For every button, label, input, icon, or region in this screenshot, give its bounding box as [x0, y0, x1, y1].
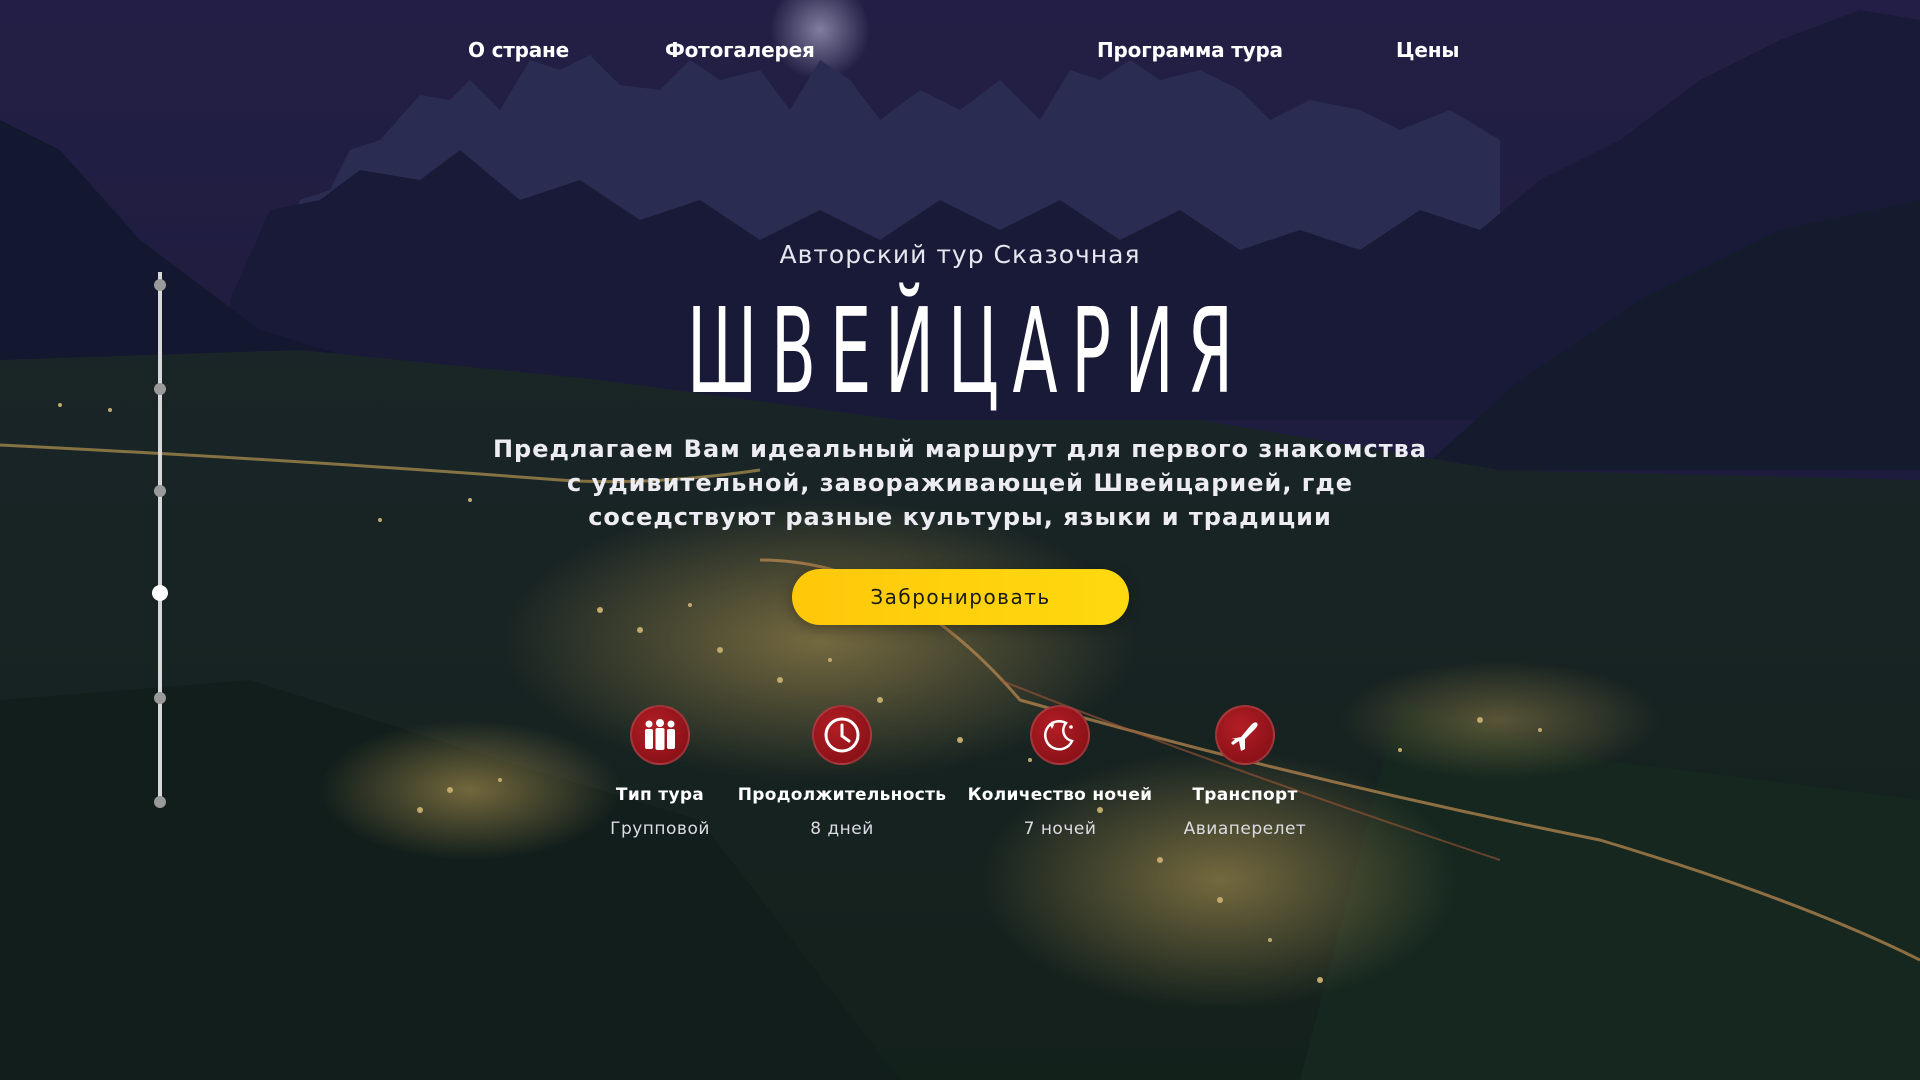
slide-dot-1[interactable]	[154, 279, 166, 291]
background-landscape	[0, 0, 1920, 1080]
feature-duration: Продолжительность 8 дней	[722, 705, 962, 839]
feature-label: Транспорт	[1192, 785, 1298, 805]
clock-icon	[812, 705, 872, 765]
slide-dot-2[interactable]	[154, 383, 166, 395]
slide-dot-6[interactable]	[154, 796, 166, 808]
nav-link-photo-gallery[interactable]: Фотогалерея	[665, 38, 815, 62]
book-button[interactable]: Забронировать	[792, 569, 1129, 625]
airplane-icon	[1215, 705, 1275, 765]
slide-dot-4-active[interactable]	[152, 585, 168, 601]
hero-description-line: Предлагаем Вам идеальный маршрут для пер…	[492, 435, 1428, 463]
feature-value: Авиаперелет	[1183, 819, 1307, 839]
feature-transport: Транспорт Авиаперелет	[1125, 705, 1365, 839]
slide-dot-5[interactable]	[154, 692, 166, 704]
feature-value: 8 дней	[810, 819, 874, 839]
group-people-icon	[630, 705, 690, 765]
hero-title: ШВЕЙЦАРИЯ	[686, 282, 1247, 420]
moon-night-icon	[1030, 705, 1090, 765]
nav-link-tour-program[interactable]: Программа тура	[1097, 38, 1283, 62]
hero-description: Предлагаем Вам идеальный маршрут для пер…	[0, 432, 1920, 534]
hero-description-line: соседствуют разные культуры, языки и тра…	[588, 503, 1332, 531]
hero-description-line: с удивительной, завораживающей Швейцарие…	[567, 469, 1353, 497]
nav-link-about-country[interactable]: О стране	[468, 38, 569, 62]
feature-label: Продолжительность	[737, 785, 947, 805]
hero-subtitle: Авторский тур Сказочная	[779, 240, 1141, 269]
slide-timeline-line	[158, 272, 162, 806]
top-nav: О стране Фотогалерея Программа тура Цены	[0, 38, 1920, 68]
nav-link-prices[interactable]: Цены	[1396, 38, 1459, 62]
